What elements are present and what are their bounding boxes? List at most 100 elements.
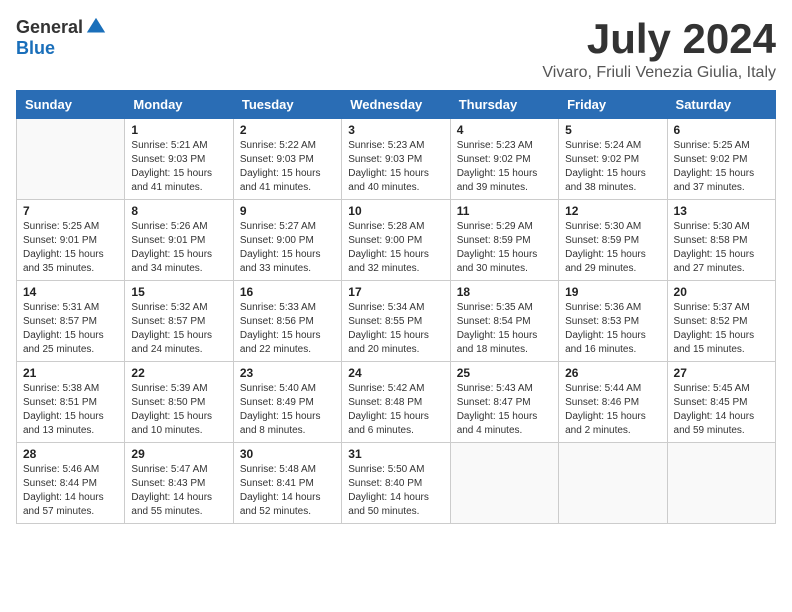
calendar-cell: 17 Sunrise: 5:34 AM Sunset: 8:55 PM Dayli… bbox=[342, 281, 450, 362]
calendar-cell: 29 Sunrise: 5:47 AM Sunset: 8:43 PM Dayli… bbox=[125, 443, 233, 524]
day-number: 23 bbox=[240, 366, 335, 380]
cell-details: Sunrise: 5:26 AM Sunset: 9:01 PM Dayligh… bbox=[131, 220, 226, 276]
day-header-saturday: Saturday bbox=[667, 91, 775, 119]
calendar-cell: 11 Sunrise: 5:29 AM Sunset: 8:59 PM Dayli… bbox=[450, 200, 558, 281]
cell-details: Sunrise: 5:38 AM Sunset: 8:51 PM Dayligh… bbox=[23, 382, 118, 438]
calendar-week-row: 1 Sunrise: 5:21 AM Sunset: 9:03 PM Daylig… bbox=[17, 119, 776, 200]
cell-details: Sunrise: 5:39 AM Sunset: 8:50 PM Dayligh… bbox=[131, 382, 226, 438]
day-number: 25 bbox=[457, 366, 552, 380]
cell-details: Sunrise: 5:23 AM Sunset: 9:03 PM Dayligh… bbox=[348, 139, 443, 195]
day-number: 3 bbox=[348, 123, 443, 137]
day-number: 9 bbox=[240, 204, 335, 218]
cell-details: Sunrise: 5:43 AM Sunset: 8:47 PM Dayligh… bbox=[457, 382, 552, 438]
day-number: 14 bbox=[23, 285, 118, 299]
day-number: 29 bbox=[131, 447, 226, 461]
calendar-cell: 4 Sunrise: 5:23 AM Sunset: 9:02 PM Daylig… bbox=[450, 119, 558, 200]
day-number: 26 bbox=[565, 366, 660, 380]
cell-details: Sunrise: 5:48 AM Sunset: 8:41 PM Dayligh… bbox=[240, 463, 335, 519]
day-number: 11 bbox=[457, 204, 552, 218]
calendar-cell: 1 Sunrise: 5:21 AM Sunset: 9:03 PM Daylig… bbox=[125, 119, 233, 200]
day-number: 12 bbox=[565, 204, 660, 218]
cell-details: Sunrise: 5:29 AM Sunset: 8:59 PM Dayligh… bbox=[457, 220, 552, 276]
cell-details: Sunrise: 5:50 AM Sunset: 8:40 PM Dayligh… bbox=[348, 463, 443, 519]
calendar-cell: 3 Sunrise: 5:23 AM Sunset: 9:03 PM Daylig… bbox=[342, 119, 450, 200]
day-number: 17 bbox=[348, 285, 443, 299]
day-header-wednesday: Wednesday bbox=[342, 91, 450, 119]
calendar-cell: 9Sunrise: 5:27 AM Sunset: 9:00 PM Daylig… bbox=[233, 200, 341, 281]
calendar-week-row: 7Sunrise: 5:25 AM Sunset: 9:01 PM Daylig… bbox=[17, 200, 776, 281]
cell-details: Sunrise: 5:30 AM Sunset: 8:58 PM Dayligh… bbox=[674, 220, 769, 276]
day-number: 10 bbox=[348, 204, 443, 218]
logo-blue-text: Blue bbox=[16, 38, 55, 58]
cell-details: Sunrise: 5:21 AM Sunset: 9:03 PM Dayligh… bbox=[131, 139, 226, 195]
calendar-cell: 28Sunrise: 5:46 AM Sunset: 8:44 PM Dayli… bbox=[17, 443, 125, 524]
calendar-cell: 30 Sunrise: 5:48 AM Sunset: 8:41 PM Dayli… bbox=[233, 443, 341, 524]
day-number: 16 bbox=[240, 285, 335, 299]
calendar-cell: 7Sunrise: 5:25 AM Sunset: 9:01 PM Daylig… bbox=[17, 200, 125, 281]
cell-details: Sunrise: 5:28 AM Sunset: 9:00 PM Dayligh… bbox=[348, 220, 443, 276]
cell-details: Sunrise: 5:36 AM Sunset: 8:53 PM Dayligh… bbox=[565, 301, 660, 357]
day-number: 1 bbox=[131, 123, 226, 137]
month-year-title: July 2024 bbox=[542, 16, 776, 62]
calendar-cell: 24 Sunrise: 5:42 AM Sunset: 8:48 PM Dayli… bbox=[342, 362, 450, 443]
day-number: 20 bbox=[674, 285, 769, 299]
cell-details: Sunrise: 5:22 AM Sunset: 9:03 PM Dayligh… bbox=[240, 139, 335, 195]
logo-icon bbox=[85, 16, 107, 38]
day-number: 2 bbox=[240, 123, 335, 137]
day-header-tuesday: Tuesday bbox=[233, 91, 341, 119]
day-number: 4 bbox=[457, 123, 552, 137]
cell-details: Sunrise: 5:30 AM Sunset: 8:59 PM Dayligh… bbox=[565, 220, 660, 276]
cell-details: Sunrise: 5:24 AM Sunset: 9:02 PM Dayligh… bbox=[565, 139, 660, 195]
day-number: 22 bbox=[131, 366, 226, 380]
calendar-week-row: 14Sunrise: 5:31 AM Sunset: 8:57 PM Dayli… bbox=[17, 281, 776, 362]
cell-details: Sunrise: 5:25 AM Sunset: 9:02 PM Dayligh… bbox=[674, 139, 769, 195]
calendar-cell: 21 Sunrise: 5:38 AM Sunset: 8:51 PM Dayli… bbox=[17, 362, 125, 443]
cell-details: Sunrise: 5:47 AM Sunset: 8:43 PM Dayligh… bbox=[131, 463, 226, 519]
calendar-cell: 5 Sunrise: 5:24 AM Sunset: 9:02 PM Daylig… bbox=[559, 119, 667, 200]
cell-details: Sunrise: 5:23 AM Sunset: 9:02 PM Dayligh… bbox=[457, 139, 552, 195]
day-header-monday: Monday bbox=[125, 91, 233, 119]
calendar-cell bbox=[450, 443, 558, 524]
day-number: 31 bbox=[348, 447, 443, 461]
day-number: 21 bbox=[23, 366, 118, 380]
day-number: 18 bbox=[457, 285, 552, 299]
calendar-cell: 20 Sunrise: 5:37 AM Sunset: 8:52 PM Dayli… bbox=[667, 281, 775, 362]
calendar-week-row: 21 Sunrise: 5:38 AM Sunset: 8:51 PM Dayli… bbox=[17, 362, 776, 443]
cell-details: Sunrise: 5:33 AM Sunset: 8:56 PM Dayligh… bbox=[240, 301, 335, 357]
day-number: 5 bbox=[565, 123, 660, 137]
calendar-cell: 13 Sunrise: 5:30 AM Sunset: 8:58 PM Dayli… bbox=[667, 200, 775, 281]
page-header: General Blue July 2024 Vivaro, Friuli Ve… bbox=[16, 16, 776, 82]
calendar-cell bbox=[559, 443, 667, 524]
location-subtitle: Vivaro, Friuli Venezia Giulia, Italy bbox=[542, 64, 776, 82]
calendar-cell: 6 Sunrise: 5:25 AM Sunset: 9:02 PM Daylig… bbox=[667, 119, 775, 200]
calendar-cell: 26Sunrise: 5:44 AM Sunset: 8:46 PM Dayli… bbox=[559, 362, 667, 443]
cell-details: Sunrise: 5:35 AM Sunset: 8:54 PM Dayligh… bbox=[457, 301, 552, 357]
day-number: 6 bbox=[674, 123, 769, 137]
day-number: 15 bbox=[131, 285, 226, 299]
logo-general-text: General bbox=[16, 17, 83, 38]
day-number: 24 bbox=[348, 366, 443, 380]
cell-details: Sunrise: 5:32 AM Sunset: 8:57 PM Dayligh… bbox=[131, 301, 226, 357]
calendar-cell bbox=[17, 119, 125, 200]
day-number: 13 bbox=[674, 204, 769, 218]
calendar-cell: 25 Sunrise: 5:43 AM Sunset: 8:47 PM Dayli… bbox=[450, 362, 558, 443]
cell-details: Sunrise: 5:45 AM Sunset: 8:45 PM Dayligh… bbox=[674, 382, 769, 438]
calendar-cell: 12 Sunrise: 5:30 AM Sunset: 8:59 PM Dayli… bbox=[559, 200, 667, 281]
calendar-cell: 8Sunrise: 5:26 AM Sunset: 9:01 PM Daylig… bbox=[125, 200, 233, 281]
cell-details: Sunrise: 5:37 AM Sunset: 8:52 PM Dayligh… bbox=[674, 301, 769, 357]
cell-details: Sunrise: 5:25 AM Sunset: 9:01 PM Dayligh… bbox=[23, 220, 118, 276]
cell-details: Sunrise: 5:42 AM Sunset: 8:48 PM Dayligh… bbox=[348, 382, 443, 438]
day-header-sunday: Sunday bbox=[17, 91, 125, 119]
calendar-week-row: 28Sunrise: 5:46 AM Sunset: 8:44 PM Dayli… bbox=[17, 443, 776, 524]
cell-details: Sunrise: 5:34 AM Sunset: 8:55 PM Dayligh… bbox=[348, 301, 443, 357]
calendar-cell: 2 Sunrise: 5:22 AM Sunset: 9:03 PM Daylig… bbox=[233, 119, 341, 200]
day-number: 19 bbox=[565, 285, 660, 299]
logo: General Blue bbox=[16, 16, 107, 59]
calendar-cell: 27Sunrise: 5:45 AM Sunset: 8:45 PM Dayli… bbox=[667, 362, 775, 443]
day-number: 30 bbox=[240, 447, 335, 461]
cell-details: Sunrise: 5:46 AM Sunset: 8:44 PM Dayligh… bbox=[23, 463, 118, 519]
calendar-cell: 14Sunrise: 5:31 AM Sunset: 8:57 PM Dayli… bbox=[17, 281, 125, 362]
calendar-cell: 19 Sunrise: 5:36 AM Sunset: 8:53 PM Dayli… bbox=[559, 281, 667, 362]
calendar-cell: 16 Sunrise: 5:33 AM Sunset: 8:56 PM Dayli… bbox=[233, 281, 341, 362]
cell-details: Sunrise: 5:40 AM Sunset: 8:49 PM Dayligh… bbox=[240, 382, 335, 438]
